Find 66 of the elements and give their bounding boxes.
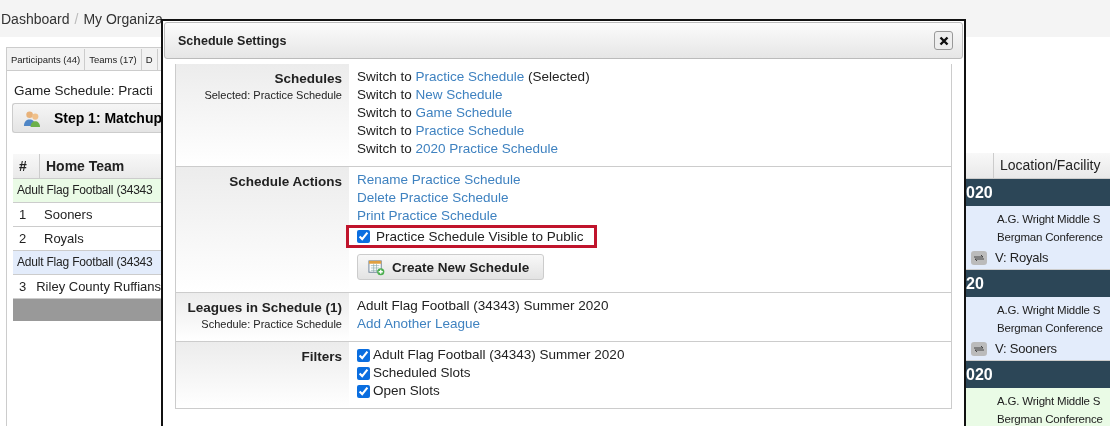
switch-line: Switch to 2020 Practice Schedule [357,140,559,158]
table-cell-text: Sooners [44,206,93,224]
swap-button[interactable] [971,341,987,356]
checkbox[interactable] [357,348,370,362]
dialog-title: Schedule Settings [178,33,287,48]
section-label: Leagues in Schedule (1) [187,299,342,316]
location-text: Bergman Conference [997,230,1104,245]
column-header: Location/Facility [993,153,1110,178]
date-text: 20 [966,275,984,292]
location-text: Bergman Conference [997,321,1104,336]
table-cell-text: 3 [18,278,28,296]
group-row: Adult Flag Football (34343 [13,179,161,203]
create-schedule-button[interactable]: Create New Schedule [357,254,545,280]
step-button[interactable]: Step 1: Matchup [12,103,162,133]
schedule-link[interactable]: Game Schedule [415,105,513,120]
section-label: Schedule Actions [229,173,342,190]
section-sublabel: Schedule: Practice Schedule [201,317,342,332]
section-label: Filters [301,348,342,365]
checkbox[interactable] [357,230,370,243]
people-icon [23,109,42,127]
schedule-link[interactable]: New Schedule [415,87,503,102]
action-link[interactable]: Rename Practice Schedule [357,171,521,189]
calendar-add-icon [368,258,385,276]
schedule-link[interactable]: 2020 Practice Schedule [415,141,559,156]
checkbox[interactable] [357,366,370,380]
action-link[interactable]: Print Practice Schedule [357,207,498,225]
checkbox-label: Open Slots [373,382,440,400]
table-cell-text: 2 [18,230,28,248]
group-row: Adult Flag Football (34343 [13,251,161,275]
breadcrumb-link[interactable]: My Organiza [83,10,163,27]
breadcrumb-link[interactable]: Dashboard [1,10,70,27]
checkbox[interactable] [357,384,370,398]
schedule-title: Game Schedule: Practi [14,83,154,98]
schedule-link[interactable]: Practice Schedule [415,123,525,138]
table-cell-text: Royals [44,230,84,248]
league-text: Adult Flag Football (34343) Summer 2020 [357,297,609,315]
date-text: 020 [966,366,993,383]
checkbox-label: Practice Schedule Visible to Public [376,229,584,244]
section-sublabel: Selected: Practice Schedule [204,88,342,103]
switch-line: Switch to Practice Schedule (Selected) [357,68,590,86]
visitor-text: V: Sooners [995,341,1057,356]
checkbox-label: Scheduled Slots [373,364,471,382]
swap-icon [973,344,985,353]
location-text: A.G. Wright Middle S [997,212,1102,227]
swap-button[interactable] [971,250,987,265]
table-cell-text: Riley County Ruffians [36,278,161,296]
table-cell-text: 1 [18,206,28,224]
date-text: 020 [966,184,993,201]
location-text: A.G. Wright Middle S [997,303,1102,318]
swap-icon [973,253,985,262]
close-icon [938,35,949,46]
visitor-text: V: Royals [995,250,1049,265]
switch-line: Switch to Game Schedule [357,104,513,122]
location-text: Bergman Conference [997,412,1104,426]
checkbox-label: Adult Flag Football (34343) Summer 2020 [373,346,625,364]
column-header: # [13,154,40,178]
column-header: Home Team [45,158,125,174]
location-text: A.G. Wright Middle S [997,394,1102,409]
schedule-link[interactable]: Practice Schedule [415,69,525,84]
action-link[interactable]: Delete Practice Schedule [357,189,509,207]
add-league-link[interactable]: Add Another League [357,315,481,333]
section-label: Schedules [274,70,342,87]
switch-line: Switch to New Schedule [357,86,503,104]
switch-line: Switch to Practice Schedule [357,122,525,140]
close-button[interactable] [934,31,953,50]
breadcrumb-separator: / [74,10,79,27]
